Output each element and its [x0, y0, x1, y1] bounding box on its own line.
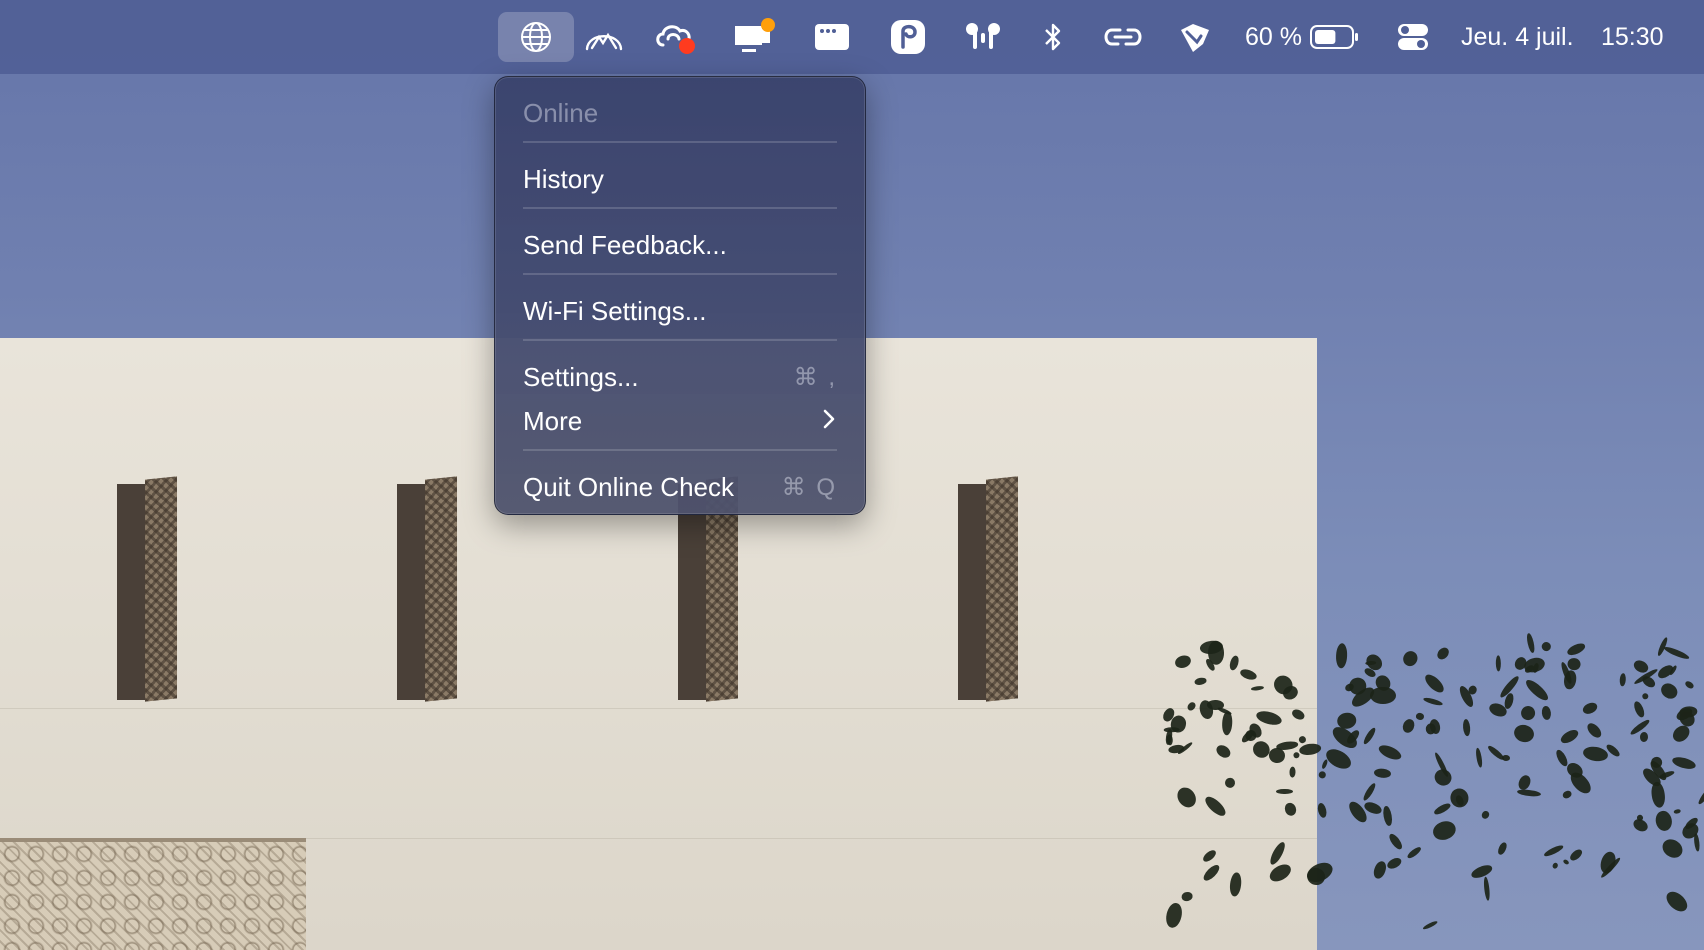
menubar-time[interactable]: 15:30 [1601, 20, 1664, 54]
menu-item-more[interactable]: More [523, 399, 837, 443]
menu-item-label: Settings... [523, 361, 639, 392]
menu-item-label: Send Feedback... [523, 229, 727, 260]
menu-item-history[interactable]: History [523, 157, 837, 201]
wallpaper-tree [1160, 600, 1704, 950]
menu-item-label: Quit Online Check [523, 471, 734, 502]
battery-percent-label: 60 % [1245, 23, 1302, 51]
settings-shortcut: ⌘ , [793, 363, 837, 391]
mountain-arc-icon[interactable] [569, 12, 639, 62]
menu-separator [523, 141, 837, 143]
link-icon[interactable] [1088, 12, 1158, 62]
menu-separator [523, 449, 837, 451]
pin-shield-icon[interactable] [1160, 12, 1230, 62]
online-check-dropdown-menu: Online History Send Feedback... Wi-Fi Se… [494, 76, 866, 515]
notification-presenter-icon[interactable] [719, 12, 789, 62]
bluetooth-icon[interactable] [1018, 12, 1088, 62]
quit-shortcut: ⌘ Q [781, 473, 837, 501]
creative-cloud-icon[interactable] [640, 12, 710, 62]
airpods-icon[interactable] [948, 12, 1018, 62]
menu-item-send-feedback[interactable]: Send Feedback... [523, 223, 837, 267]
menu-item-label: More [523, 405, 583, 436]
menu-bar: 60 % Jeu. 4 juil. 15:30 [0, 0, 1704, 74]
control-center-icon[interactable] [1378, 12, 1448, 62]
chevron-right-icon [821, 405, 837, 437]
menu-separator [523, 339, 837, 341]
window-bar-icon[interactable] [797, 12, 867, 62]
menu-item-quit[interactable]: Quit Online Check ⌘ Q [523, 465, 837, 509]
menubar-date[interactable]: Jeu. 4 juil. [1461, 20, 1574, 54]
menu-item-label: History [523, 163, 604, 194]
menu-item-settings[interactable]: Settings... ⌘ , [523, 355, 837, 399]
menu-item-wifi-settings[interactable]: Wi-Fi Settings... [523, 289, 837, 333]
menu-status-label: Online [523, 97, 599, 128]
menu-item-label: Wi-Fi Settings... [523, 295, 707, 326]
wallpaper-lattice-screen [0, 838, 306, 950]
globe-icon[interactable] [498, 12, 574, 62]
menu-separator [523, 273, 837, 275]
menu-status-online: Online [523, 91, 837, 135]
battery-icon[interactable] [1310, 24, 1360, 50]
app-p-icon[interactable] [873, 12, 943, 62]
menu-separator [523, 207, 837, 209]
